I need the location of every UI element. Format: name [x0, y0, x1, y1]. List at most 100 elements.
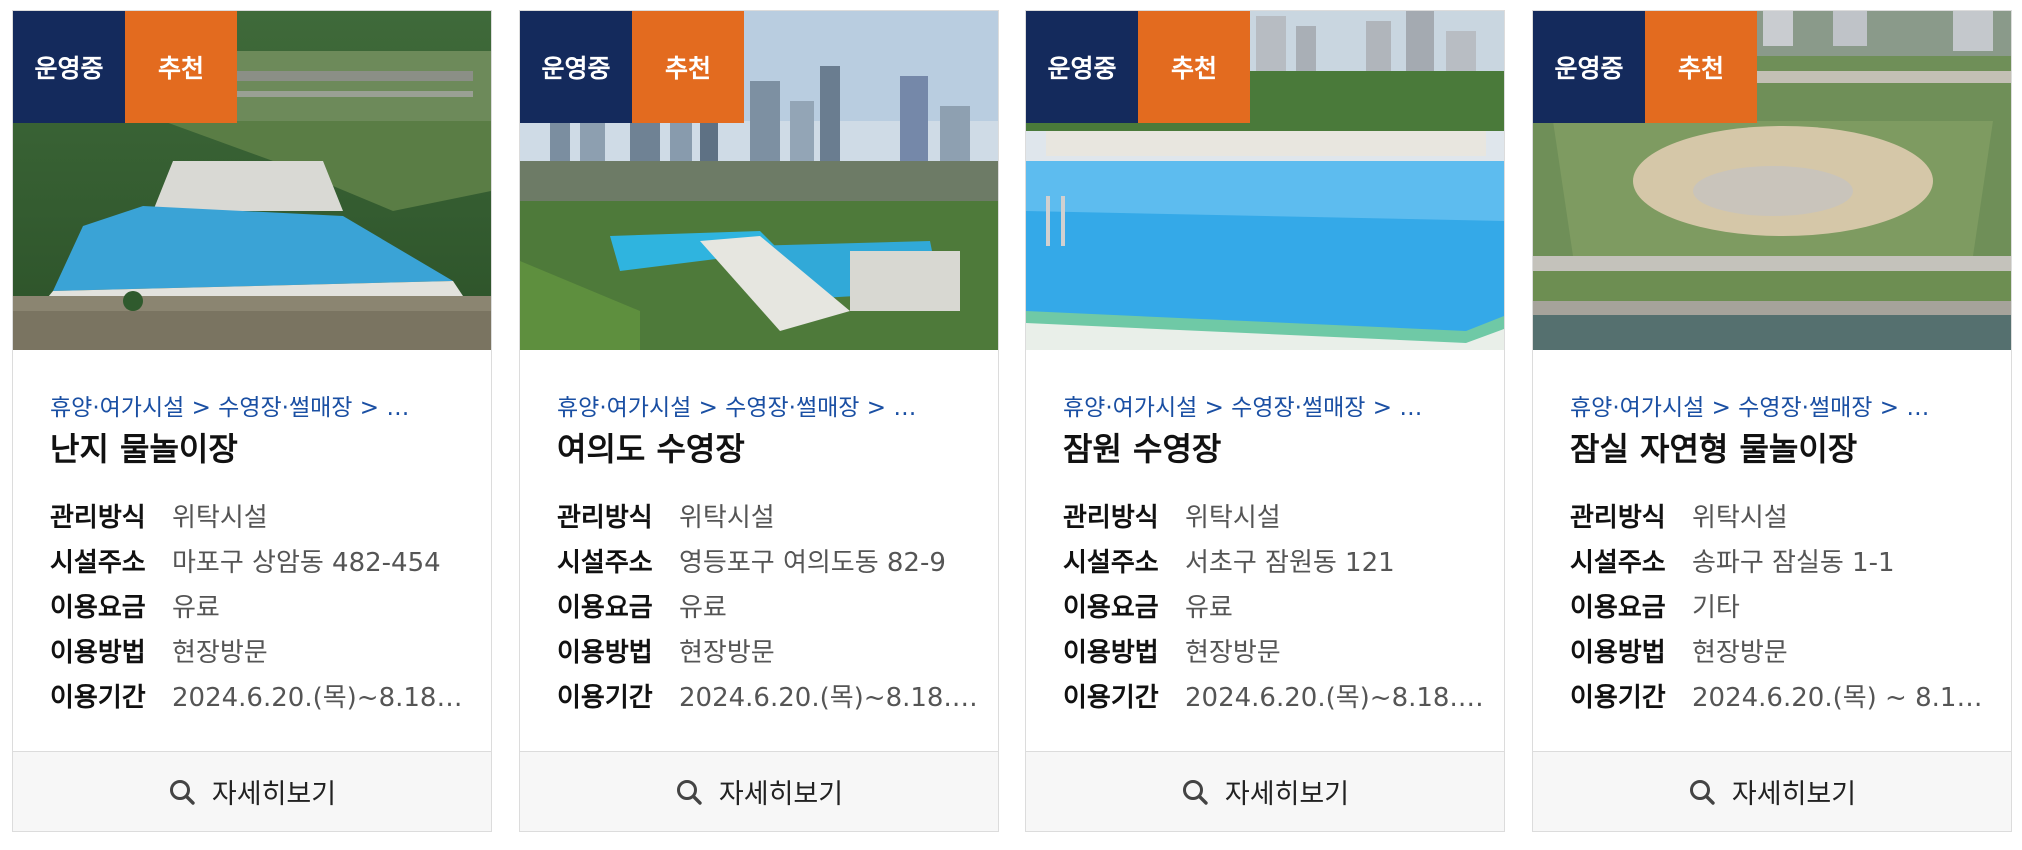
facility-title[interactable]: 난지 물놀이장 [50, 427, 471, 471]
info-label: 이용기간 [50, 683, 146, 713]
recommend-badge: 추천 [632, 11, 744, 123]
info-value: 현장방문 [1185, 638, 1281, 668]
info-label: 이용방법 [1570, 638, 1666, 668]
info-label: 관리방식 [557, 503, 653, 533]
badge-group: 운영중 추천 [1533, 11, 1757, 123]
info-row-address: 시설주소 영등포구 여의도동 82-9 [557, 538, 978, 583]
category-breadcrumb[interactable]: 휴양·여가시설 > 수영장·썰매장 > … [1570, 391, 1991, 425]
info-value: 2024.6.20.(목)~8.18(일) [172, 683, 471, 713]
search-icon [168, 778, 196, 806]
info-row-fee: 이용요금 유료 [1063, 583, 1484, 628]
badge-group: 운영중 추천 [520, 11, 744, 123]
recommend-badge: 추천 [1138, 11, 1250, 123]
info-row-period: 이용기간 2024.6.20.(목)~8.18.(일) [1063, 673, 1484, 718]
info-row-management: 관리방식 위탁시설 [50, 493, 471, 538]
facility-card-list: 운영중 추천 휴양·여가시설 > 수영장·썰매장 > … 난지 물놀이장 관리방… [0, 0, 2022, 850]
info-value: 위탁시설 [1185, 503, 1281, 533]
search-icon [675, 778, 703, 806]
info-label: 관리방식 [1063, 503, 1159, 533]
info-row-method: 이용방법 현장방문 [1570, 628, 1991, 673]
info-row-fee: 이용요금 유료 [557, 583, 978, 628]
facility-title[interactable]: 잠실 자연형 물놀이장 [1570, 427, 1991, 471]
info-row-address: 시설주소 마포구 상암동 482-454 [50, 538, 471, 583]
category-breadcrumb[interactable]: 휴양·여가시설 > 수영장·썰매장 > … [557, 391, 978, 425]
facility-card[interactable]: 운영중 추천 휴양·여가시설 > 수영장·썰매장 > … 잠원 수영장 관리방식… [1025, 10, 1505, 832]
info-value: 유료 [679, 593, 727, 623]
recommend-badge: 추천 [1645, 11, 1757, 123]
info-row-period: 이용기간 2024.6.20.(목)~8.18(일) [50, 673, 471, 718]
info-label: 시설주소 [1063, 548, 1159, 578]
info-row-address: 시설주소 송파구 잠실동 1-1 [1570, 538, 1991, 583]
info-row-fee: 이용요금 유료 [50, 583, 471, 628]
info-value: 유료 [172, 593, 220, 623]
info-label: 이용방법 [557, 638, 653, 668]
info-row-address: 시설주소 서초구 잠원동 121 [1063, 538, 1484, 583]
info-value: 유료 [1185, 593, 1233, 623]
search-icon [1688, 778, 1716, 806]
facility-title[interactable]: 잠원 수영장 [1063, 427, 1484, 471]
info-label: 시설주소 [1570, 548, 1666, 578]
info-row-management: 관리방식 위탁시설 [557, 493, 978, 538]
badge-group: 운영중 추천 [1026, 11, 1250, 123]
card-body: 휴양·여가시설 > 수영장·썰매장 > … 잠실 자연형 물놀이장 관리방식 위… [1570, 391, 1991, 718]
info-list: 관리방식 위탁시설 시설주소 서초구 잠원동 121 이용요금 유료 이용방법 … [1063, 493, 1484, 718]
facility-card[interactable]: 운영중 추천 휴양·여가시설 > 수영장·썰매장 > … 여의도 수영장 관리방… [519, 10, 999, 832]
info-value: 2024.6.20.(목) ~ 8.18(… [1692, 683, 1991, 713]
category-breadcrumb[interactable]: 휴양·여가시설 > 수영장·썰매장 > … [1063, 391, 1484, 425]
info-row-method: 이용방법 현장방문 [1063, 628, 1484, 673]
info-label: 시설주소 [557, 548, 653, 578]
detail-button[interactable]: 자세히보기 [1026, 751, 1504, 831]
card-body: 휴양·여가시설 > 수영장·썰매장 > … 잠원 수영장 관리방식 위탁시설 시… [1063, 391, 1484, 718]
info-value: 현장방문 [1692, 638, 1788, 668]
facility-card[interactable]: 운영중 추천 휴양·여가시설 > 수영장·썰매장 > … 난지 물놀이장 관리방… [12, 10, 492, 832]
info-value: 마포구 상암동 482-454 [172, 548, 441, 578]
info-row-management: 관리방식 위탁시설 [1570, 493, 1991, 538]
facility-card[interactable]: 운영중 추천 휴양·여가시설 > 수영장·썰매장 > … 잠실 자연형 물놀이장… [1532, 10, 2012, 832]
info-list: 관리방식 위탁시설 시설주소 영등포구 여의도동 82-9 이용요금 유료 이용… [557, 493, 978, 718]
info-label: 이용방법 [50, 638, 146, 668]
info-row-fee: 이용요금 기타 [1570, 583, 1991, 628]
info-row-period: 이용기간 2024.6.20.(목)~8.18.(일) [557, 673, 978, 718]
info-value: 서초구 잠원동 121 [1185, 548, 1395, 578]
detail-button-label: 자세히보기 [1224, 779, 1350, 810]
facility-title[interactable]: 여의도 수영장 [557, 427, 978, 471]
detail-button[interactable]: 자세히보기 [1533, 751, 2011, 831]
info-list: 관리방식 위탁시설 시설주소 마포구 상암동 482-454 이용요금 유료 이… [50, 493, 471, 718]
status-badge: 운영중 [1026, 11, 1138, 123]
card-body: 휴양·여가시설 > 수영장·썰매장 > … 난지 물놀이장 관리방식 위탁시설 … [50, 391, 471, 718]
info-value: 2024.6.20.(목)~8.18.(일) [679, 683, 978, 713]
info-row-method: 이용방법 현장방문 [50, 628, 471, 673]
info-label: 시설주소 [50, 548, 146, 578]
info-list: 관리방식 위탁시설 시설주소 송파구 잠실동 1-1 이용요금 기타 이용방법 … [1570, 493, 1991, 718]
info-label: 이용요금 [1570, 593, 1666, 623]
status-badge: 운영중 [13, 11, 125, 123]
detail-button-label: 자세히보기 [211, 779, 337, 810]
info-value: 기타 [1692, 593, 1740, 623]
info-value: 영등포구 여의도동 82-9 [679, 548, 946, 578]
info-label: 이용기간 [1063, 683, 1159, 713]
category-breadcrumb[interactable]: 휴양·여가시설 > 수영장·썰매장 > … [50, 391, 471, 425]
info-value: 송파구 잠실동 1-1 [1692, 548, 1895, 578]
info-label: 이용기간 [1570, 683, 1666, 713]
info-label: 관리방식 [50, 503, 146, 533]
detail-button[interactable]: 자세히보기 [13, 751, 491, 831]
badge-group: 운영중 추천 [13, 11, 237, 123]
search-icon [1181, 778, 1209, 806]
status-badge: 운영중 [520, 11, 632, 123]
info-label: 이용요금 [1063, 593, 1159, 623]
info-row-method: 이용방법 현장방문 [557, 628, 978, 673]
info-label: 관리방식 [1570, 503, 1666, 533]
detail-button-label: 자세히보기 [718, 779, 844, 810]
info-row-management: 관리방식 위탁시설 [1063, 493, 1484, 538]
info-label: 이용요금 [50, 593, 146, 623]
info-value: 위탁시설 [1692, 503, 1788, 533]
info-label: 이용요금 [557, 593, 653, 623]
info-label: 이용방법 [1063, 638, 1159, 668]
detail-button[interactable]: 자세히보기 [520, 751, 998, 831]
recommend-badge: 추천 [125, 11, 237, 123]
status-badge: 운영중 [1533, 11, 1645, 123]
info-row-period: 이용기간 2024.6.20.(목) ~ 8.18(… [1570, 673, 1991, 718]
info-value: 위탁시설 [172, 503, 268, 533]
info-value: 현장방문 [679, 638, 775, 668]
info-value: 현장방문 [172, 638, 268, 668]
